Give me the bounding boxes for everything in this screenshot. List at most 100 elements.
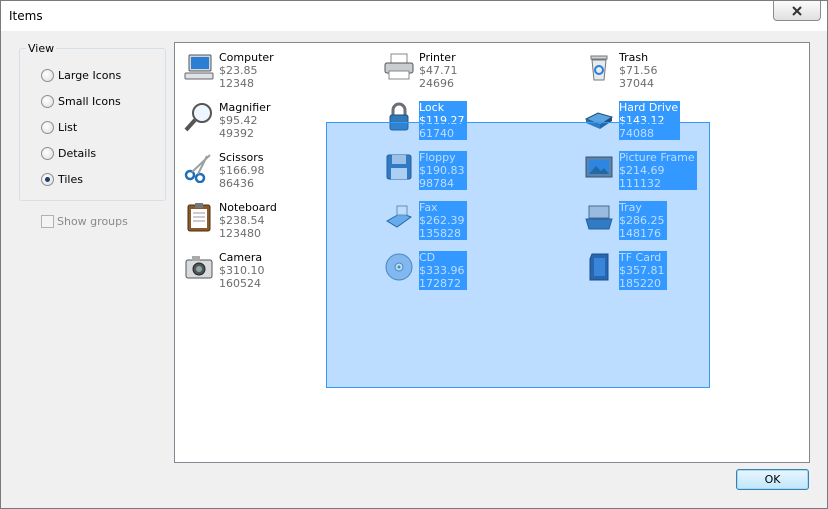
title-bar[interactable]: Items	[1, 1, 827, 31]
tile-name: CD	[419, 251, 467, 264]
tile-price: $262.39	[419, 214, 467, 227]
trash-icon	[590, 55, 608, 81]
tile-item[interactable]: CD $333.96 172872	[379, 245, 574, 290]
tile-name: Picture Frame	[619, 151, 697, 164]
radio-circle[interactable]	[41, 172, 54, 186]
tile-item[interactable]: TF Card $357.81 185220	[579, 245, 774, 290]
tile-text: Picture Frame $214.69 111132	[619, 151, 697, 190]
tile-code: 135828	[419, 227, 467, 240]
noteboard-icon	[187, 203, 211, 232]
tile-text: Printer $47.71 24696	[419, 51, 458, 90]
window-title: Items	[9, 9, 43, 23]
tile-text: TF Card $357.81 185220	[619, 251, 667, 290]
tile-name: Floppy	[419, 151, 467, 164]
tile-price: $214.69	[619, 164, 697, 177]
tile-item[interactable]: Noteboard $238.54 123480	[179, 195, 374, 240]
tile-item[interactable]: Trash $71.56 37044	[579, 45, 774, 90]
tile-item[interactable]: Tray $286.25 148176	[579, 195, 774, 240]
checkbox-box[interactable]	[41, 214, 54, 228]
tile-name: Noteboard	[219, 201, 277, 214]
show-groups-checkbox[interactable]: Show groups	[41, 213, 128, 229]
tile-item[interactable]: Picture Frame $214.69 111132	[579, 145, 774, 190]
camera-icon	[185, 256, 213, 279]
tray-icon	[585, 205, 613, 230]
tile-code: 185220	[619, 277, 667, 290]
radio-label: List	[58, 120, 78, 134]
tile-code: 37044	[619, 77, 654, 90]
tile-item[interactable]: Magnifier $95.42 49392	[179, 95, 374, 140]
tile-name: Magnifier	[219, 101, 271, 114]
radio-circle[interactable]	[41, 68, 54, 82]
picture-frame-icon	[585, 156, 613, 178]
tile-code: 49392	[219, 127, 254, 140]
radio-tiles[interactable]: Tiles	[41, 171, 83, 187]
radio-circle[interactable]	[41, 94, 54, 108]
ok-button[interactable]: OK	[736, 469, 809, 490]
tile-item[interactable]: Computer $23.85 12348	[179, 45, 374, 90]
magnifier-icon	[184, 103, 212, 132]
tile-text: Lock $119.27 61740	[419, 101, 467, 140]
tile-item[interactable]: Scissors $166.98 86436	[179, 145, 374, 190]
tile-code: 148176	[619, 227, 667, 240]
tile-price: $190.83	[419, 164, 467, 177]
tile-code: 74088	[619, 127, 681, 140]
tile-name: TF Card	[619, 251, 667, 264]
radio-small-icons[interactable]: Small Icons	[41, 93, 121, 109]
tile-item[interactable]: Printer $47.71 24696	[379, 45, 574, 90]
tile-text: Magnifier $95.42 49392	[219, 101, 270, 140]
tile-item[interactable]: Hard Drive $143.12 74088	[579, 95, 774, 140]
tile-item[interactable]: Camera $310.10 160524	[179, 245, 374, 290]
fax-icon	[386, 205, 413, 228]
tile-price: $143.12	[619, 114, 681, 127]
tile-name: Trash	[619, 51, 649, 64]
radio-label: Large Icons	[58, 68, 122, 82]
tile-name: Tray	[619, 201, 667, 214]
radio-details[interactable]: Details	[41, 145, 96, 161]
tile-code: 98784	[419, 177, 467, 190]
tile-text: Noteboard $238.54 123480	[219, 201, 277, 240]
items-listview[interactable]: Computer $23.85 12348 Printer $47.71 24696 Tra…	[174, 42, 810, 463]
tile-text: Computer $23.85 12348	[219, 51, 274, 90]
tile-text: Trash $71.56 37044	[619, 51, 658, 90]
tile-price: $286.25	[619, 214, 667, 227]
items-dialog: Items View Large Icons Small Icons List …	[0, 0, 828, 509]
tile-price: $95.42	[219, 114, 258, 127]
radio-label: Details	[58, 146, 97, 160]
tile-code: 61740	[419, 127, 467, 140]
scissors-icon	[184, 154, 211, 183]
close-button[interactable]	[773, 1, 821, 21]
radio-list[interactable]: List	[41, 119, 77, 135]
hard-drive-icon	[584, 112, 614, 129]
radio-circle[interactable]	[41, 120, 54, 134]
tile-text: Fax $262.39 135828	[419, 201, 467, 240]
tile-price: $310.10	[219, 264, 265, 277]
radio-large-icons[interactable]: Large Icons	[41, 67, 121, 83]
floppy-icon	[386, 154, 412, 180]
tile-item[interactable]: Floppy $190.83 98784	[379, 145, 574, 190]
radio-label: Tiles	[58, 172, 83, 186]
tile-text: CD $333.96 172872	[419, 251, 467, 290]
tile-price: $333.96	[419, 264, 467, 277]
radio-label: Small Icons	[58, 94, 121, 108]
tf-card-icon	[589, 253, 609, 281]
tile-item[interactable]: Lock $119.27 61740	[379, 95, 574, 140]
tile-price: $47.71	[419, 64, 458, 77]
checkbox-label: Show groups	[57, 214, 128, 228]
tile-name: Lock	[419, 101, 467, 114]
tile-code: 160524	[219, 277, 261, 290]
radio-circle[interactable]	[41, 146, 54, 160]
tile-price: $71.56	[619, 64, 658, 77]
tile-code: 111132	[619, 177, 697, 190]
cd-icon	[385, 253, 413, 281]
tile-code: 12348	[219, 77, 254, 90]
tile-code: 24696	[419, 77, 454, 90]
tile-price: $357.81	[619, 264, 667, 277]
tile-item[interactable]: Fax $262.39 135828	[379, 195, 574, 240]
tile-name: Hard Drive	[619, 101, 681, 114]
tile-price: $238.54	[219, 214, 265, 227]
tile-text: Tray $286.25 148176	[619, 201, 667, 240]
tile-code: 172872	[419, 277, 467, 290]
tile-name: Camera	[219, 251, 263, 264]
tile-text: Floppy $190.83 98784	[419, 151, 467, 190]
printer-icon	[384, 53, 414, 80]
